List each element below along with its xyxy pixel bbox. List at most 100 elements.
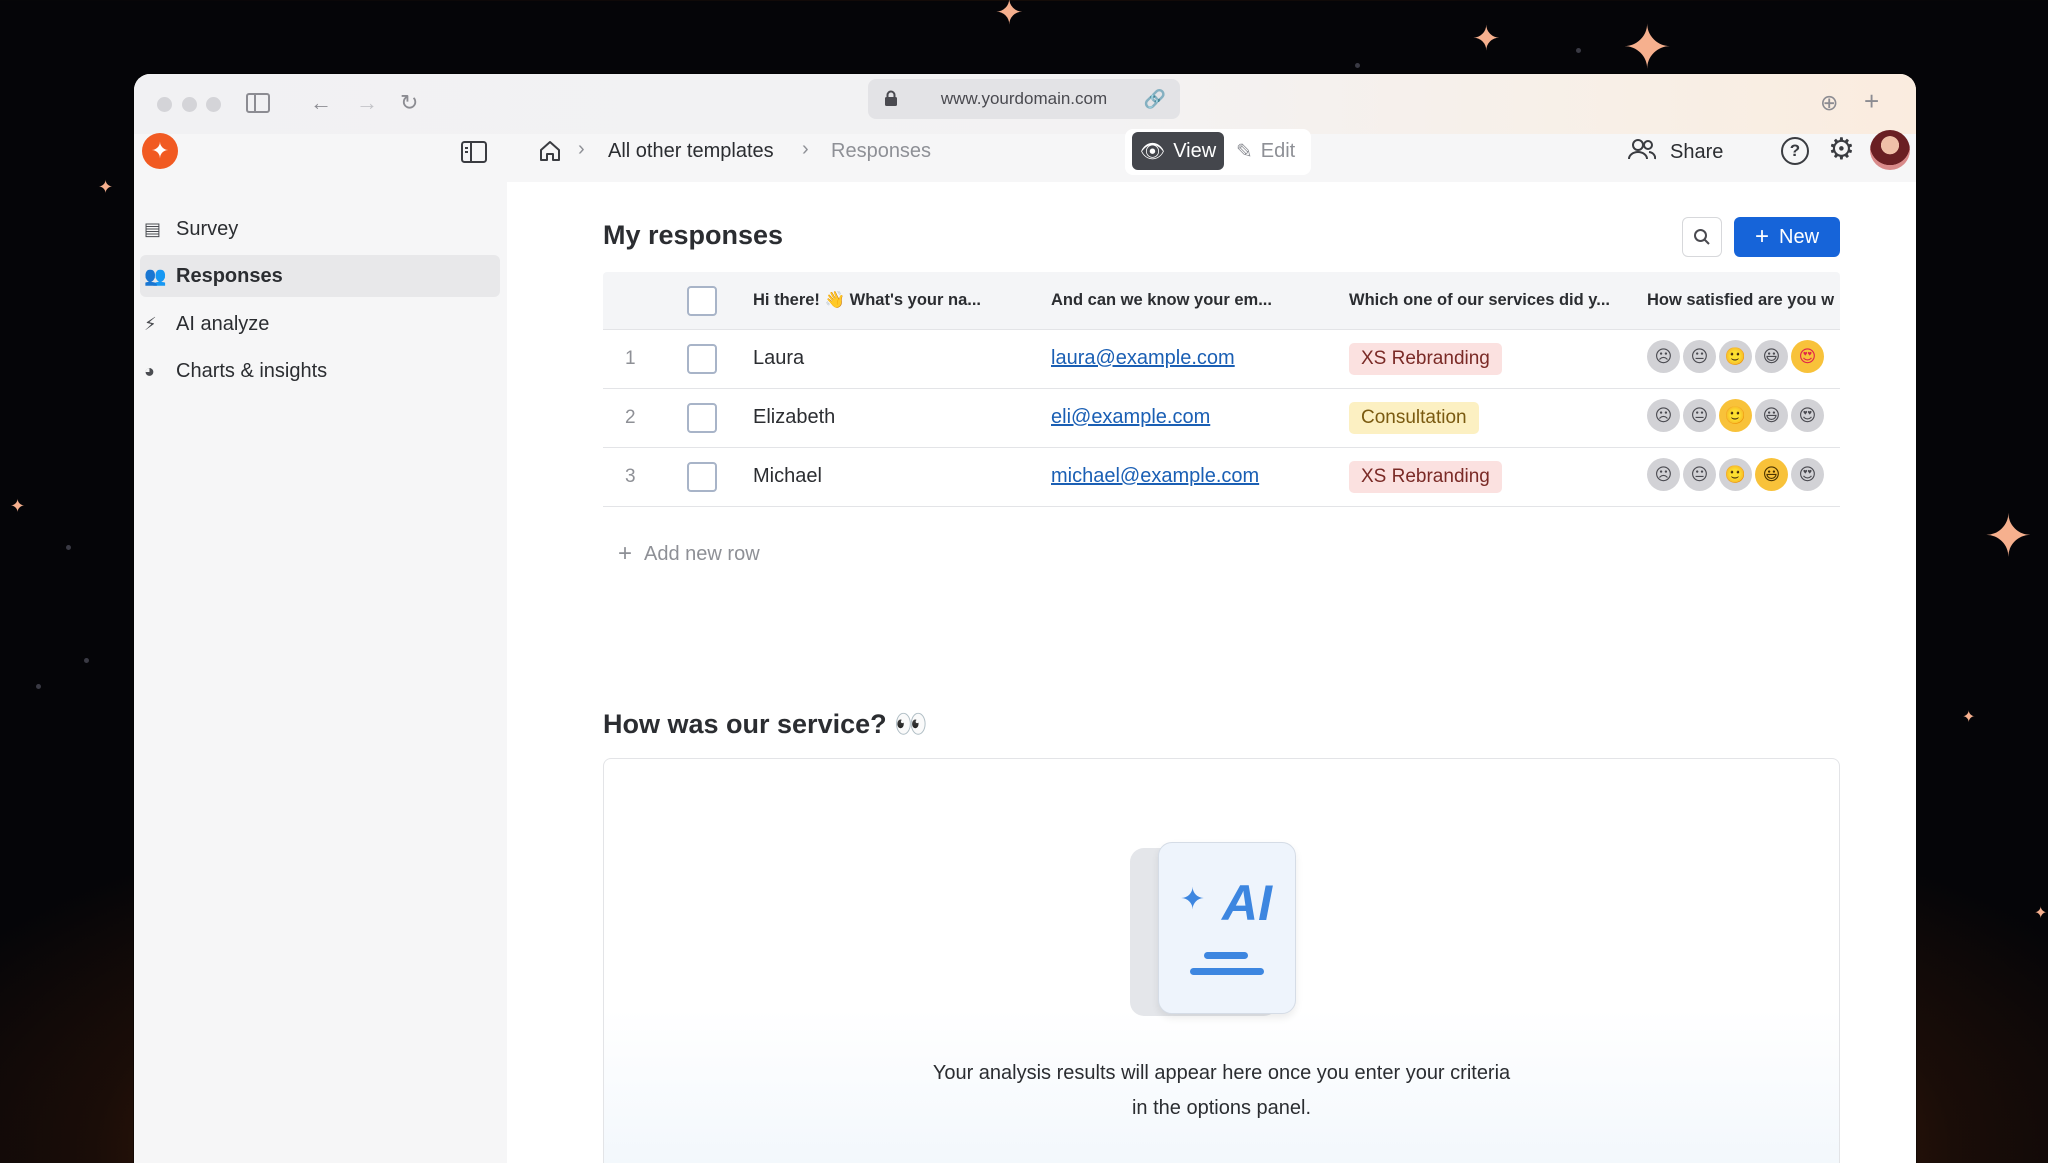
grin-face-icon[interactable]: 😃	[1755, 458, 1788, 491]
email-link[interactable]: eli@example.com	[1051, 406, 1210, 429]
new-button[interactable]: + New	[1734, 217, 1840, 257]
view-button[interactable]: 👁 View	[1132, 132, 1224, 170]
new-label: New	[1779, 225, 1820, 248]
sidebar-item-ai-analyze[interactable]: ⚡ AI analyze	[140, 303, 500, 345]
sparkle-decoration: ✦	[1962, 709, 1976, 726]
help-icon[interactable]: ?	[1781, 137, 1809, 165]
forward-arrow-icon[interactable]: →	[356, 92, 378, 114]
breadcrumb-item[interactable]: All other templates	[608, 140, 774, 163]
column-header[interactable]: How satisfied are you w	[1647, 291, 1840, 310]
sparkle-decoration: ✦	[10, 496, 26, 516]
app-logo-icon[interactable]: ✦	[142, 133, 178, 169]
satisfaction-rating[interactable]: ☹ 😐 🙂 😃 😍	[1647, 399, 1824, 432]
column-header[interactable]: Which one of our services did y...	[1349, 291, 1629, 310]
share-people-icon	[1628, 138, 1657, 166]
sparkle-decoration: ✦	[1472, 20, 1501, 58]
ai-label: AI	[1222, 875, 1272, 931]
neutral-face-icon[interactable]: 😐	[1683, 399, 1716, 432]
row-checkbox[interactable]	[687, 344, 717, 374]
search-icon	[1694, 229, 1710, 245]
browser-titlebar: ← → ↻ www.yourdomain.com 🔗 ⊕ +	[134, 74, 1916, 134]
minimize-window-button[interactable]	[182, 97, 197, 112]
service-tag[interactable]: XS Rebranding	[1349, 461, 1502, 493]
home-icon[interactable]	[538, 139, 562, 168]
gear-icon[interactable]: ⚙	[1828, 132, 1855, 167]
column-header[interactable]: Hi there! 👋 What's your na...	[753, 291, 1033, 310]
pencil-icon: ✎	[1236, 140, 1253, 163]
close-window-button[interactable]	[157, 97, 172, 112]
select-all-checkbox[interactable]	[687, 286, 717, 316]
sad-face-icon[interactable]: ☹	[1647, 458, 1680, 491]
grin-face-icon[interactable]: 😃	[1755, 399, 1788, 432]
service-tag[interactable]: Consultation	[1349, 402, 1479, 434]
new-tab-plus-icon[interactable]: +	[1864, 88, 1879, 114]
email-link[interactable]: michael@example.com	[1051, 465, 1259, 488]
neutral-face-icon[interactable]: 😐	[1683, 340, 1716, 373]
responses-title: My responses	[603, 220, 784, 250]
chevron-right-icon: ›	[802, 138, 809, 160]
heart-eyes-face-icon[interactable]: 😍	[1791, 340, 1824, 373]
add-row-button[interactable]: + Add new row	[618, 540, 760, 567]
ai-line-decoration	[1204, 952, 1248, 959]
sidebar-item-survey[interactable]: ▤ Survey	[140, 208, 500, 250]
sad-face-icon[interactable]: ☹	[1647, 340, 1680, 373]
heart-eyes-face-icon[interactable]: 😍	[1791, 458, 1824, 491]
sparkles-icon: ✦	[1180, 883, 1206, 916]
download-icon[interactable]: ⊕	[1820, 92, 1838, 114]
share-button[interactable]: Share	[1628, 138, 1723, 166]
sidebar-item-label: Responses	[176, 264, 283, 287]
grin-face-icon[interactable]: 😃	[1755, 340, 1788, 373]
name-cell[interactable]: Michael	[753, 465, 822, 488]
form-icon: ▤	[144, 218, 162, 239]
ai-line-decoration	[1190, 968, 1264, 975]
star-dot	[1355, 63, 1360, 68]
sidebar-item-label: Survey	[176, 217, 239, 240]
sidebar-item-responses[interactable]: 👥 Responses	[140, 255, 500, 297]
bolt-icon: ⚡	[144, 313, 157, 334]
row-checkbox[interactable]	[687, 403, 717, 433]
lock-icon	[885, 90, 897, 106]
neutral-face-icon[interactable]: 😐	[1683, 458, 1716, 491]
url-text: www.yourdomain.com	[940, 89, 1108, 108]
row-number: 2	[625, 407, 636, 428]
email-link[interactable]: laura@example.com	[1051, 347, 1235, 370]
plus-icon: +	[618, 540, 633, 567]
share-label: Share	[1670, 140, 1724, 163]
link-icon[interactable]: 🔗	[1144, 89, 1166, 110]
smile-face-icon[interactable]: 🙂	[1719, 399, 1752, 432]
star-dot	[66, 545, 71, 550]
sad-face-icon[interactable]: ☹	[1647, 399, 1680, 432]
name-cell[interactable]: Laura	[753, 347, 804, 370]
table-row[interactable]: 2 Elizabeth eli@example.com Consultation…	[603, 389, 1840, 448]
column-header[interactable]: And can we know your em...	[1051, 291, 1331, 310]
sidebar-item-label: AI analyze	[176, 312, 270, 335]
star-dot	[36, 684, 41, 689]
sidebar-toggle-icon[interactable]	[461, 141, 487, 168]
edit-button[interactable]: ✎ Edit	[1236, 132, 1316, 170]
sidebar-item-charts-insights[interactable]: ◕ Charts & insights	[140, 350, 500, 392]
satisfaction-rating[interactable]: ☹ 😐 🙂 😃 😍	[1647, 340, 1824, 373]
name-cell[interactable]: Elizabeth	[753, 406, 835, 429]
analysis-message: Your analysis results will appear here o…	[932, 1062, 1511, 1084]
search-button[interactable]	[1682, 217, 1722, 257]
avatar[interactable]	[1870, 130, 1910, 170]
people-icon: 👥	[144, 265, 167, 286]
satisfaction-rating[interactable]: ☹ 😐 🙂 😃 😍	[1647, 458, 1824, 491]
smile-face-icon[interactable]: 🙂	[1719, 458, 1752, 491]
address-bar[interactable]: www.yourdomain.com 🔗	[868, 79, 1180, 119]
sidebar-item-label: Charts & insights	[176, 359, 328, 382]
row-checkbox[interactable]	[687, 462, 717, 492]
smile-face-icon[interactable]: 🙂	[1719, 340, 1752, 373]
table-row[interactable]: 1 Laura laura@example.com XS Rebranding …	[603, 330, 1840, 389]
pie-chart-icon: ◕	[144, 360, 155, 381]
browser-sidebar-icon[interactable]	[246, 92, 270, 118]
reload-icon[interactable]: ↻	[400, 92, 418, 114]
eye-icon: 👁	[1139, 140, 1166, 163]
service-tag[interactable]: XS Rebranding	[1349, 343, 1502, 375]
maximize-window-button[interactable]	[206, 97, 221, 112]
table-row[interactable]: 3 Michael michael@example.com XS Rebrand…	[603, 448, 1840, 507]
heart-eyes-face-icon[interactable]: 😍	[1791, 399, 1824, 432]
back-arrow-icon[interactable]: ←	[310, 92, 332, 114]
view-label: View	[1173, 139, 1217, 162]
add-row-label: Add new row	[644, 543, 760, 565]
